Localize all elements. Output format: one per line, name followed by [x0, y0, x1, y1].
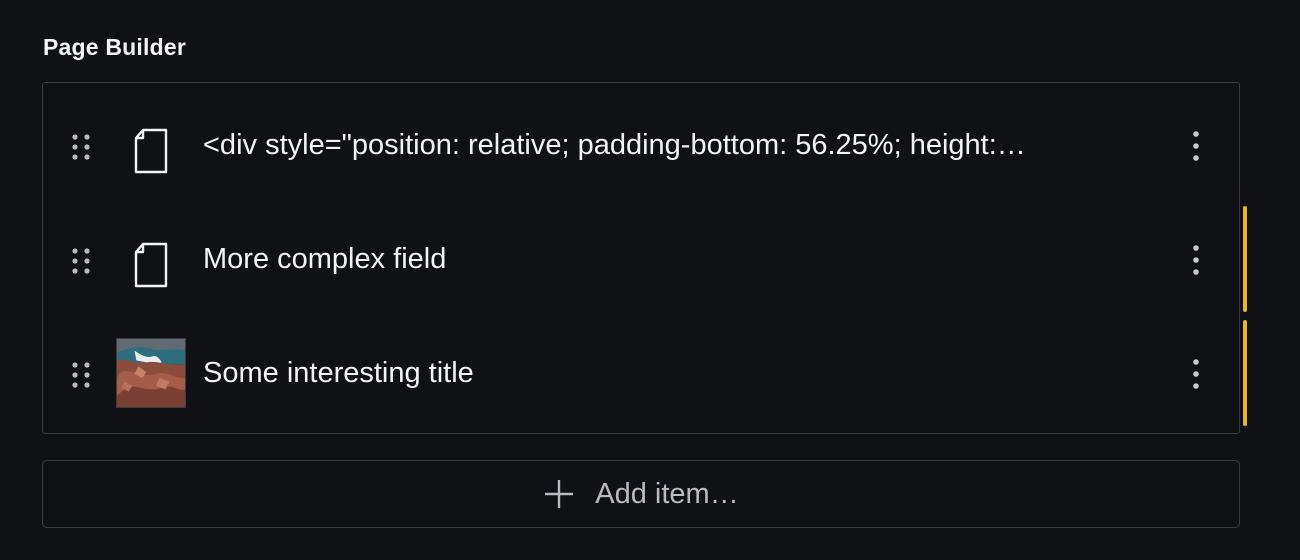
item-menu-button[interactable] [1181, 357, 1211, 391]
item-menu-button[interactable] [1181, 129, 1211, 163]
add-item-label: Add item… [595, 477, 739, 510]
document-icon [134, 128, 168, 174]
drag-handle-icon[interactable] [67, 132, 97, 162]
array-item[interactable]: <div style="position: relative; padding-… [43, 89, 1239, 201]
drag-handle-icon[interactable] [67, 360, 97, 390]
item-title: Some interesting title [203, 357, 474, 389]
array-item-list: <div style="position: relative; padding-… [42, 82, 1240, 434]
item-title: More complex field [203, 243, 447, 275]
array-item[interactable]: Some interesting title [43, 317, 1239, 429]
array-item[interactable]: More complex field [43, 203, 1239, 315]
field-label: Page Builder [43, 34, 186, 60]
plus-icon [545, 480, 574, 508]
add-item-button[interactable]: Add item… [42, 460, 1240, 528]
image-thumbnail [116, 338, 186, 408]
changed-indicator [1243, 320, 1247, 426]
drag-handle-icon[interactable] [67, 246, 97, 276]
document-icon [134, 242, 168, 288]
changed-indicator [1243, 206, 1247, 312]
item-menu-button[interactable] [1181, 243, 1211, 277]
item-title: <div style="position: relative; padding-… [203, 129, 1026, 161]
page-builder-field: Page Builder <div style="position: relat… [0, 0, 1300, 560]
